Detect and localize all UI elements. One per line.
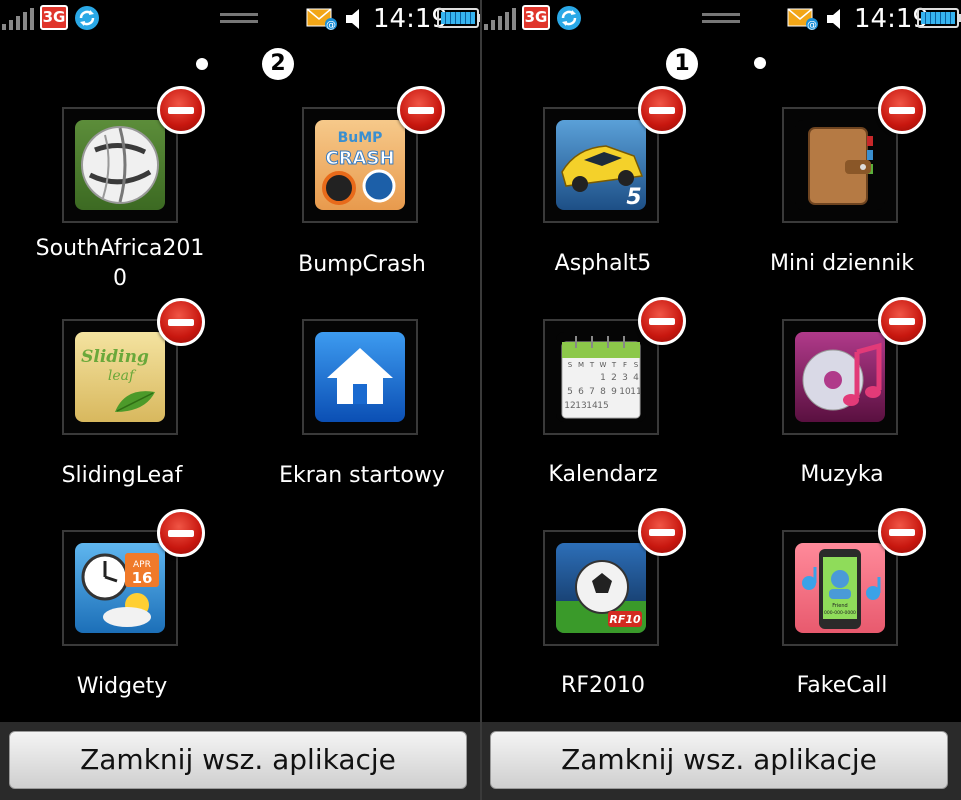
- sync-icon: [557, 6, 581, 30]
- remove-app-button[interactable]: [638, 297, 686, 345]
- music-icon: [795, 332, 885, 422]
- app-label: RF2010: [561, 673, 645, 698]
- app-label: BumpCrash: [298, 252, 426, 277]
- calendar-icon: SM TW TF S 12 34 56 78 9 10 11 12 13 14 15: [556, 332, 646, 422]
- remove-app-button[interactable]: [157, 509, 205, 557]
- svg-text:T: T: [589, 361, 595, 369]
- svg-text:11: 11: [630, 387, 641, 397]
- signal-strength-icon: [2, 8, 34, 30]
- app-label: Muzyka: [800, 462, 884, 487]
- svg-text:5: 5: [567, 387, 573, 397]
- remove-app-button[interactable]: [638, 508, 686, 556]
- new-mail-icon: @: [787, 8, 818, 31]
- svg-text:@: @: [807, 20, 817, 31]
- home-icon: [315, 332, 405, 422]
- svg-text:5: 5: [626, 185, 641, 210]
- remove-app-button[interactable]: [397, 86, 445, 134]
- app-label: Asphalt5: [554, 251, 652, 276]
- svg-text:6: 6: [578, 387, 584, 397]
- speaker-icon: [827, 9, 840, 29]
- svg-text:16: 16: [132, 569, 153, 587]
- network-3g-icon: 3G: [40, 5, 68, 30]
- page-dot[interactable]: [754, 57, 766, 69]
- svg-text:leaf: leaf: [108, 368, 137, 384]
- diary-icon: [795, 120, 885, 210]
- new-mail-icon: @: [306, 8, 337, 31]
- svg-text:4: 4: [633, 373, 639, 383]
- svg-text:15: 15: [597, 401, 608, 411]
- close-all-apps-button[interactable]: Zamknij wsz. aplikacje: [9, 731, 467, 789]
- svg-text:BuMP: BuMP: [338, 130, 383, 146]
- bottom-bar: Zamknij wsz. aplikacje: [0, 722, 480, 800]
- svg-text:S: S: [634, 361, 639, 369]
- battery-icon: [437, 8, 480, 28]
- remove-app-button[interactable]: [878, 86, 926, 134]
- svg-text:F: F: [623, 361, 627, 369]
- app-label: Widgety: [76, 674, 168, 699]
- svg-text:M: M: [578, 361, 584, 369]
- svg-text:Friend: Friend: [832, 603, 847, 609]
- svg-text:10: 10: [619, 387, 631, 397]
- fake-call-phone-icon: Friend 000-000-0000: [795, 543, 885, 633]
- svg-text:1: 1: [600, 373, 606, 383]
- notification-drag-handle[interactable]: [702, 13, 740, 25]
- right-screen: 3G @ 14:19 1 5 Asphalt5 Mini dziennik S …: [482, 0, 961, 800]
- svg-text:13: 13: [575, 401, 586, 411]
- svg-text:8: 8: [600, 387, 606, 397]
- svg-text:3: 3: [622, 373, 628, 383]
- page-indicator-current: 1: [666, 48, 698, 80]
- svg-text:RF10: RF10: [609, 613, 641, 626]
- app-label: Kalendarz: [548, 462, 658, 487]
- remove-app-button[interactable]: [878, 297, 926, 345]
- left-screen: 3G @ 14:19 2 SouthAfrica201 0 BuMP CRASH…: [0, 0, 480, 800]
- svg-text:7: 7: [589, 387, 595, 397]
- signal-strength-icon: [484, 8, 516, 30]
- widgets-clock-weather-icon: APR 16: [75, 543, 165, 633]
- svg-text:000-000-0000: 000-000-0000: [824, 610, 856, 616]
- svg-text:T: T: [611, 361, 617, 369]
- svg-text:S: S: [568, 361, 573, 369]
- svg-text:Sliding: Sliding: [81, 347, 149, 367]
- remove-app-button[interactable]: [157, 298, 205, 346]
- app-label: Mini dziennik: [769, 251, 915, 276]
- speaker-icon: [346, 9, 359, 29]
- svg-text:W: W: [600, 361, 607, 369]
- svg-text:2: 2: [611, 373, 617, 383]
- svg-text:9: 9: [611, 387, 617, 397]
- sliding-leaf-icon: Sliding leaf: [75, 332, 165, 422]
- app-label: SouthAfrica201 0: [35, 236, 205, 291]
- remove-app-button[interactable]: [638, 86, 686, 134]
- soccer-game-icon: RF10: [556, 543, 646, 633]
- svg-text:@: @: [326, 20, 336, 31]
- svg-text:CRASH: CRASH: [325, 148, 394, 169]
- remove-app-button[interactable]: [157, 86, 205, 134]
- status-bar: 3G @ 14:19: [482, 0, 961, 38]
- bottom-bar: Zamknij wsz. aplikacje: [482, 722, 961, 800]
- battery-icon: [917, 8, 961, 28]
- page-indicator-current: 2: [262, 48, 294, 80]
- notification-drag-handle[interactable]: [220, 13, 258, 25]
- app-label: Ekran startowy: [279, 463, 445, 488]
- close-all-apps-button[interactable]: Zamknij wsz. aplikacje: [490, 731, 948, 789]
- svg-text:12: 12: [564, 401, 575, 411]
- page-dot[interactable]: [196, 58, 208, 70]
- app-label: SlidingLeaf: [61, 463, 183, 488]
- bumpcrash-game-icon: BuMP CRASH: [315, 120, 405, 210]
- soccer-ball-icon: [75, 120, 165, 210]
- svg-text:14: 14: [586, 401, 598, 411]
- sync-icon: [75, 6, 99, 30]
- app-label: FakeCall: [796, 673, 888, 698]
- racing-car-icon: 5: [556, 120, 646, 210]
- status-bar: 3G @ 14:19: [0, 0, 480, 38]
- network-3g-icon: 3G: [522, 5, 550, 30]
- remove-app-button[interactable]: [878, 508, 926, 556]
